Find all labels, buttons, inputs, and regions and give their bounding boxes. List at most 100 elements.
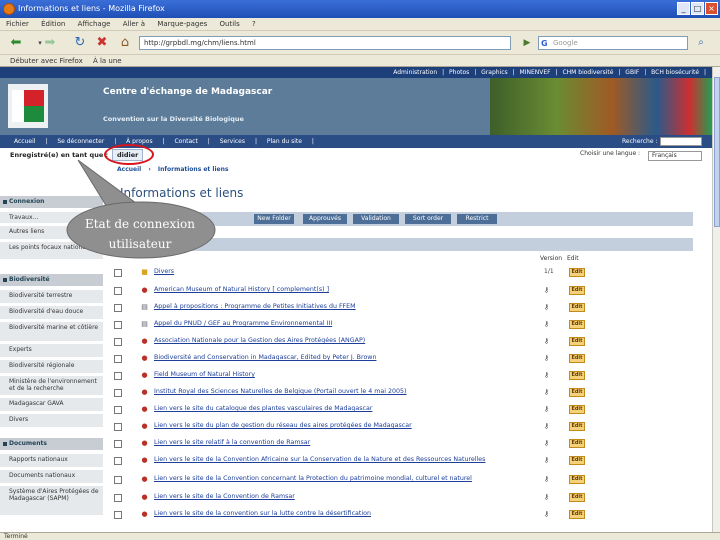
sidebar-item[interactable]: Biodiversité marine et côtière — [0, 322, 103, 342]
vertical-scrollbar[interactable] — [712, 67, 720, 532]
row-link[interactable]: Biodiversité and Conservation in Madagas… — [154, 354, 554, 361]
sidebar-item[interactable]: Biodiversité d'eau douce — [0, 306, 103, 320]
menu-go[interactable]: Aller à — [123, 20, 145, 28]
row-checkbox[interactable] — [114, 287, 122, 295]
search-magnifier-icon[interactable]: ⌕ — [693, 35, 709, 51]
sitenav-sitemap[interactable]: Plan du site — [267, 138, 302, 145]
toplink-bch[interactable]: BCH biosécurité — [651, 69, 699, 76]
forward-arrow-icon[interactable]: ➡ — [42, 35, 58, 51]
stop-icon[interactable]: ✖ — [94, 35, 110, 51]
row-link[interactable]: Lien vers le site de la Convention de Ra… — [154, 493, 554, 500]
row-link[interactable]: Divers — [154, 268, 554, 275]
sidebar-item[interactable]: Biodiversité régionale — [0, 360, 103, 374]
menu-view[interactable]: Affichage — [78, 20, 111, 28]
toplink-gbif[interactable]: GBIF — [625, 69, 639, 76]
key-icon[interactable]: ⚷ — [544, 286, 549, 294]
toplink-administration[interactable]: Administration — [393, 69, 437, 76]
sitenav-contact[interactable]: Contact — [174, 138, 197, 145]
sidebar-item[interactable]: Ministère de l'environnement et de la re… — [0, 376, 103, 396]
site-search-input[interactable] — [660, 137, 702, 146]
sidebar-head-documents[interactable]: Documents — [0, 438, 103, 450]
menu-bookmarks[interactable]: Marque-pages — [157, 20, 207, 28]
scrollbar-thumb[interactable] — [714, 77, 720, 227]
row-link[interactable]: Appel à propositions : Programme de Peti… — [154, 303, 554, 310]
row-checkbox[interactable] — [114, 355, 122, 363]
toplink-graphics[interactable]: Graphics — [481, 69, 508, 76]
toplink-chm[interactable]: CHM biodiversité — [562, 69, 613, 76]
toplink-minenvef[interactable]: MINENVEF — [520, 69, 551, 76]
row-checkbox[interactable] — [114, 423, 122, 431]
row-checkbox[interactable] — [114, 304, 122, 312]
key-icon[interactable]: ⚷ — [544, 493, 549, 501]
go-icon[interactable]: ▶ — [520, 36, 534, 50]
sidebar-head-biodiversite[interactable]: Biodiversité — [0, 274, 103, 286]
row-link[interactable]: Field Museum of Natural History — [154, 371, 554, 378]
row-edit-button[interactable]: Edit — [569, 510, 585, 519]
row-edit-button[interactable]: Edit — [569, 388, 585, 397]
row-edit-button[interactable]: Edit — [569, 371, 585, 380]
row-checkbox[interactable] — [114, 494, 122, 502]
sidebar-item[interactable]: Madagascar GAVA — [0, 398, 103, 412]
back-arrow-icon[interactable]: ⬅ — [8, 35, 24, 51]
row-checkbox[interactable] — [114, 269, 122, 277]
sidebar-item[interactable]: Experts — [0, 344, 103, 358]
row-edit-button[interactable]: Edit — [569, 493, 585, 502]
row-edit-button[interactable]: Edit — [569, 475, 585, 484]
minimize-button[interactable]: _ — [677, 2, 690, 15]
sitenav-logout[interactable]: Se déconnecter — [57, 138, 104, 145]
row-edit-button[interactable]: Edit — [569, 405, 585, 414]
key-icon[interactable]: ⚷ — [544, 303, 549, 311]
sidebar-item[interactable]: Documents nationaux — [0, 470, 103, 484]
menu-file[interactable]: Fichier — [6, 20, 29, 28]
language-select[interactable]: Français — [648, 151, 702, 161]
sidebar-item[interactable]: Divers — [0, 414, 103, 428]
row-link[interactable]: Lien vers le site de la convention sur l… — [154, 510, 554, 517]
key-icon[interactable]: ⚷ — [544, 354, 549, 362]
row-edit-button[interactable]: Edit — [569, 439, 585, 448]
menu-edit[interactable]: Édition — [41, 20, 65, 28]
row-checkbox[interactable] — [114, 338, 122, 346]
toplink-photos[interactable]: Photos — [449, 69, 469, 76]
web-search-input[interactable]: G Google — [538, 36, 688, 50]
key-icon[interactable]: ⚷ — [544, 439, 549, 447]
sitenav-home[interactable]: Accueil — [14, 138, 35, 145]
key-icon[interactable]: ⚷ — [544, 337, 549, 345]
row-link[interactable]: Lien vers le site du plan de gestion du … — [154, 422, 554, 429]
row-edit-button[interactable]: Edit — [569, 354, 585, 363]
key-icon[interactable]: ⚷ — [544, 475, 549, 483]
row-checkbox[interactable] — [114, 476, 122, 484]
menu-help[interactable]: ? — [252, 20, 256, 28]
key-icon[interactable]: ⚷ — [544, 456, 549, 464]
approve-button[interactable]: Approuvés — [303, 214, 347, 224]
row-checkbox[interactable] — [114, 389, 122, 397]
row-checkbox[interactable] — [114, 457, 122, 465]
bookmark-headlines[interactable]: À la une — [93, 57, 122, 65]
row-edit-button[interactable]: Edit — [569, 320, 585, 329]
row-link[interactable]: Lien vers le site de la Convention conce… — [154, 475, 514, 482]
breadcrumb-home[interactable]: Accueil — [117, 166, 141, 173]
sidebar-item[interactable]: Biodiversité terrestre — [0, 290, 103, 304]
key-icon[interactable]: ⚷ — [544, 388, 549, 396]
row-edit-button[interactable]: Edit — [569, 422, 585, 431]
row-link[interactable]: American Museum of Natural History [ com… — [154, 286, 554, 293]
key-icon[interactable]: ⚷ — [544, 405, 549, 413]
row-edit-button[interactable]: Edit — [569, 337, 585, 346]
row-checkbox[interactable] — [114, 440, 122, 448]
breadcrumb-current[interactable]: Informations et liens — [158, 166, 229, 173]
home-icon[interactable]: ⌂ — [117, 35, 133, 51]
row-edit-button[interactable]: Edit — [569, 286, 585, 295]
row-edit-button[interactable]: Edit — [569, 268, 585, 277]
key-icon[interactable]: ⚷ — [544, 371, 549, 379]
sidebar-item[interactable]: Système d'Aires Protégées de Madagascar … — [0, 486, 103, 516]
validation-button[interactable]: Validation — [353, 214, 399, 224]
url-input[interactable]: http://grpbdl.mg/chm/liens.html — [139, 36, 511, 50]
sort-order-button[interactable]: Sort order — [405, 214, 451, 224]
bookmark-getting-started[interactable]: Débuter avec Firefox — [10, 57, 83, 65]
reload-icon[interactable]: ↻ — [72, 35, 88, 51]
row-link[interactable]: Association Nationale pour la Gestion de… — [154, 337, 554, 344]
key-icon[interactable]: ⚷ — [544, 320, 549, 328]
row-edit-button[interactable]: Edit — [569, 303, 585, 312]
new-folder-button[interactable]: New Folder — [254, 214, 294, 224]
row-link[interactable]: Appel du PNUD / GEF au Programme Environ… — [154, 320, 554, 327]
row-link[interactable]: Lien vers le site relatif à la conventio… — [154, 439, 554, 446]
